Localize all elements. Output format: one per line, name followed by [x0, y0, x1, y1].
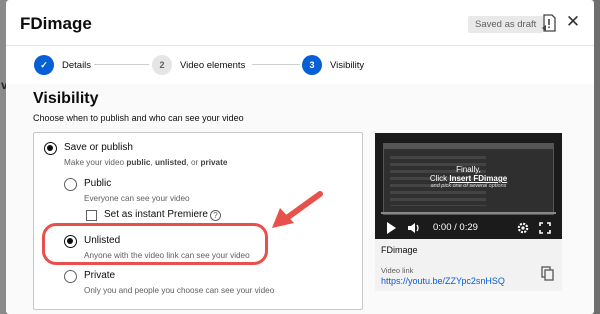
- step-number: 2: [152, 55, 172, 75]
- video-link[interactable]: https://youtu.be/ZZYpc2snHSQ: [381, 276, 505, 286]
- public-label: Public: [84, 178, 112, 189]
- save-or-publish-desc: Make your video public, unlisted, or pri…: [64, 158, 228, 167]
- gear-icon[interactable]: [517, 222, 529, 234]
- feedback-icon[interactable]: [541, 14, 557, 32]
- annotation-highlight: [42, 223, 268, 265]
- saved-draft-badge: Saved as draft: [468, 16, 544, 33]
- volume-icon[interactable]: [407, 221, 421, 235]
- step-number: 3: [302, 55, 322, 75]
- public-radio[interactable]: [64, 178, 77, 191]
- step-label: Visibility: [330, 59, 365, 71]
- overlay-line-2-pre: Click: [429, 174, 450, 183]
- section-subtitle: Choose when to publish and who can see y…: [33, 113, 244, 123]
- overlay-line-3: and pick one of several options: [430, 183, 507, 189]
- overlay-line-1: Finally,: [456, 165, 481, 174]
- video-link-label: Video link: [381, 266, 414, 275]
- play-icon[interactable]: [387, 222, 396, 234]
- frame-toolbar: [384, 144, 553, 149]
- step-visibility[interactable]: 3 Visibility: [302, 54, 364, 76]
- step-connector: [94, 64, 149, 65]
- private-radio[interactable]: [64, 270, 77, 283]
- step-video-elements[interactable]: 2 Video elements: [152, 54, 245, 76]
- overlay-insert-label: Insert FDimage: [449, 174, 508, 183]
- video-controls: 0:00 / 0:29: [375, 217, 562, 239]
- video-overlay-text: Finally, Click Insert FDimage: [375, 165, 562, 183]
- step-label: Details: [62, 59, 92, 71]
- annotation-arrow-icon: [272, 191, 323, 228]
- progress-stepper: ✓ Details 2 Video elements 3 Visibility: [6, 46, 594, 84]
- upload-dialog: FDimage Saved as draft ✕ ✓ Details 2 Vid…: [6, 0, 594, 314]
- private-desc: Only you and people you choose can see y…: [84, 286, 275, 295]
- save-or-publish-radio[interactable]: [44, 142, 57, 155]
- video-time: 0:00 / 0:29: [433, 222, 478, 233]
- video-preview-card: Finally, Click Insert FDimage and pick o…: [375, 133, 562, 291]
- save-or-publish-label: Save or publish: [64, 142, 133, 153]
- dialog-title: FDimage: [20, 14, 92, 33]
- step-connector: [252, 64, 300, 65]
- dialog-header: FDimage Saved as draft ✕: [6, 0, 594, 46]
- section-title: Visibility: [33, 90, 99, 107]
- close-icon[interactable]: ✕: [564, 13, 582, 31]
- private-label: Private: [84, 270, 116, 281]
- overlay-line-2: Click Insert FDimage: [375, 174, 562, 183]
- video-progress-bar[interactable]: [381, 212, 556, 214]
- instant-premiere-label: Set as instant Premiere: [104, 209, 208, 220]
- step-label: Video elements: [180, 59, 246, 71]
- fullscreen-icon[interactable]: [539, 222, 551, 234]
- step-details[interactable]: ✓ Details: [34, 54, 91, 76]
- check-icon: ✓: [34, 55, 54, 75]
- help-icon[interactable]: ?: [210, 210, 221, 221]
- video-player[interactable]: Finally, Click Insert FDimage and pick o…: [375, 133, 562, 239]
- instant-premiere-checkbox[interactable]: [86, 210, 97, 221]
- video-title: FDimage: [381, 245, 418, 255]
- copy-icon[interactable]: [541, 266, 554, 281]
- public-desc: Everyone can see your video: [84, 194, 190, 203]
